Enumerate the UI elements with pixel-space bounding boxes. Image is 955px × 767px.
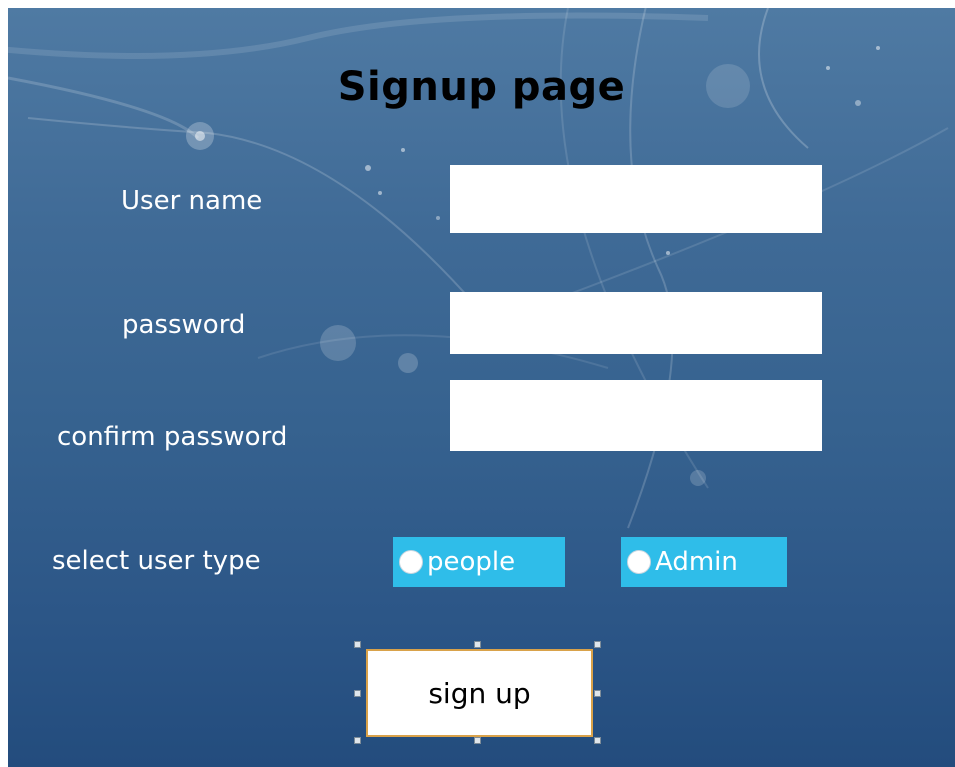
password-label: password	[122, 310, 246, 340]
password-input[interactable]	[450, 292, 822, 354]
radio-circle-icon[interactable]	[399, 550, 423, 574]
radio-circle-icon[interactable]	[627, 550, 651, 574]
resize-handle-top[interactable]	[474, 641, 481, 648]
resize-handle-right[interactable]	[594, 690, 601, 697]
resize-handle-bottom-left[interactable]	[354, 737, 361, 744]
signup-button[interactable]: sign up	[366, 649, 593, 737]
radio-admin-label: Admin	[655, 547, 738, 577]
confirm-password-input[interactable]	[450, 380, 822, 451]
radio-people-label: people	[427, 547, 516, 577]
confirm-password-label: confirm password	[57, 422, 288, 452]
radio-people[interactable]: people	[393, 537, 565, 587]
radio-admin[interactable]: Admin	[621, 537, 787, 587]
user-type-label: select user type	[52, 546, 261, 576]
resize-handle-top-right[interactable]	[594, 641, 601, 648]
resize-handle-left[interactable]	[354, 690, 361, 697]
signup-window: Signup page User name password confirm p…	[8, 8, 955, 767]
page-title: Signup page	[337, 64, 626, 110]
resize-handle-top-left[interactable]	[354, 641, 361, 648]
username-label: User name	[121, 186, 263, 216]
username-input[interactable]	[450, 165, 822, 233]
resize-handle-bottom-right[interactable]	[594, 737, 601, 744]
resize-handle-bottom[interactable]	[474, 737, 481, 744]
